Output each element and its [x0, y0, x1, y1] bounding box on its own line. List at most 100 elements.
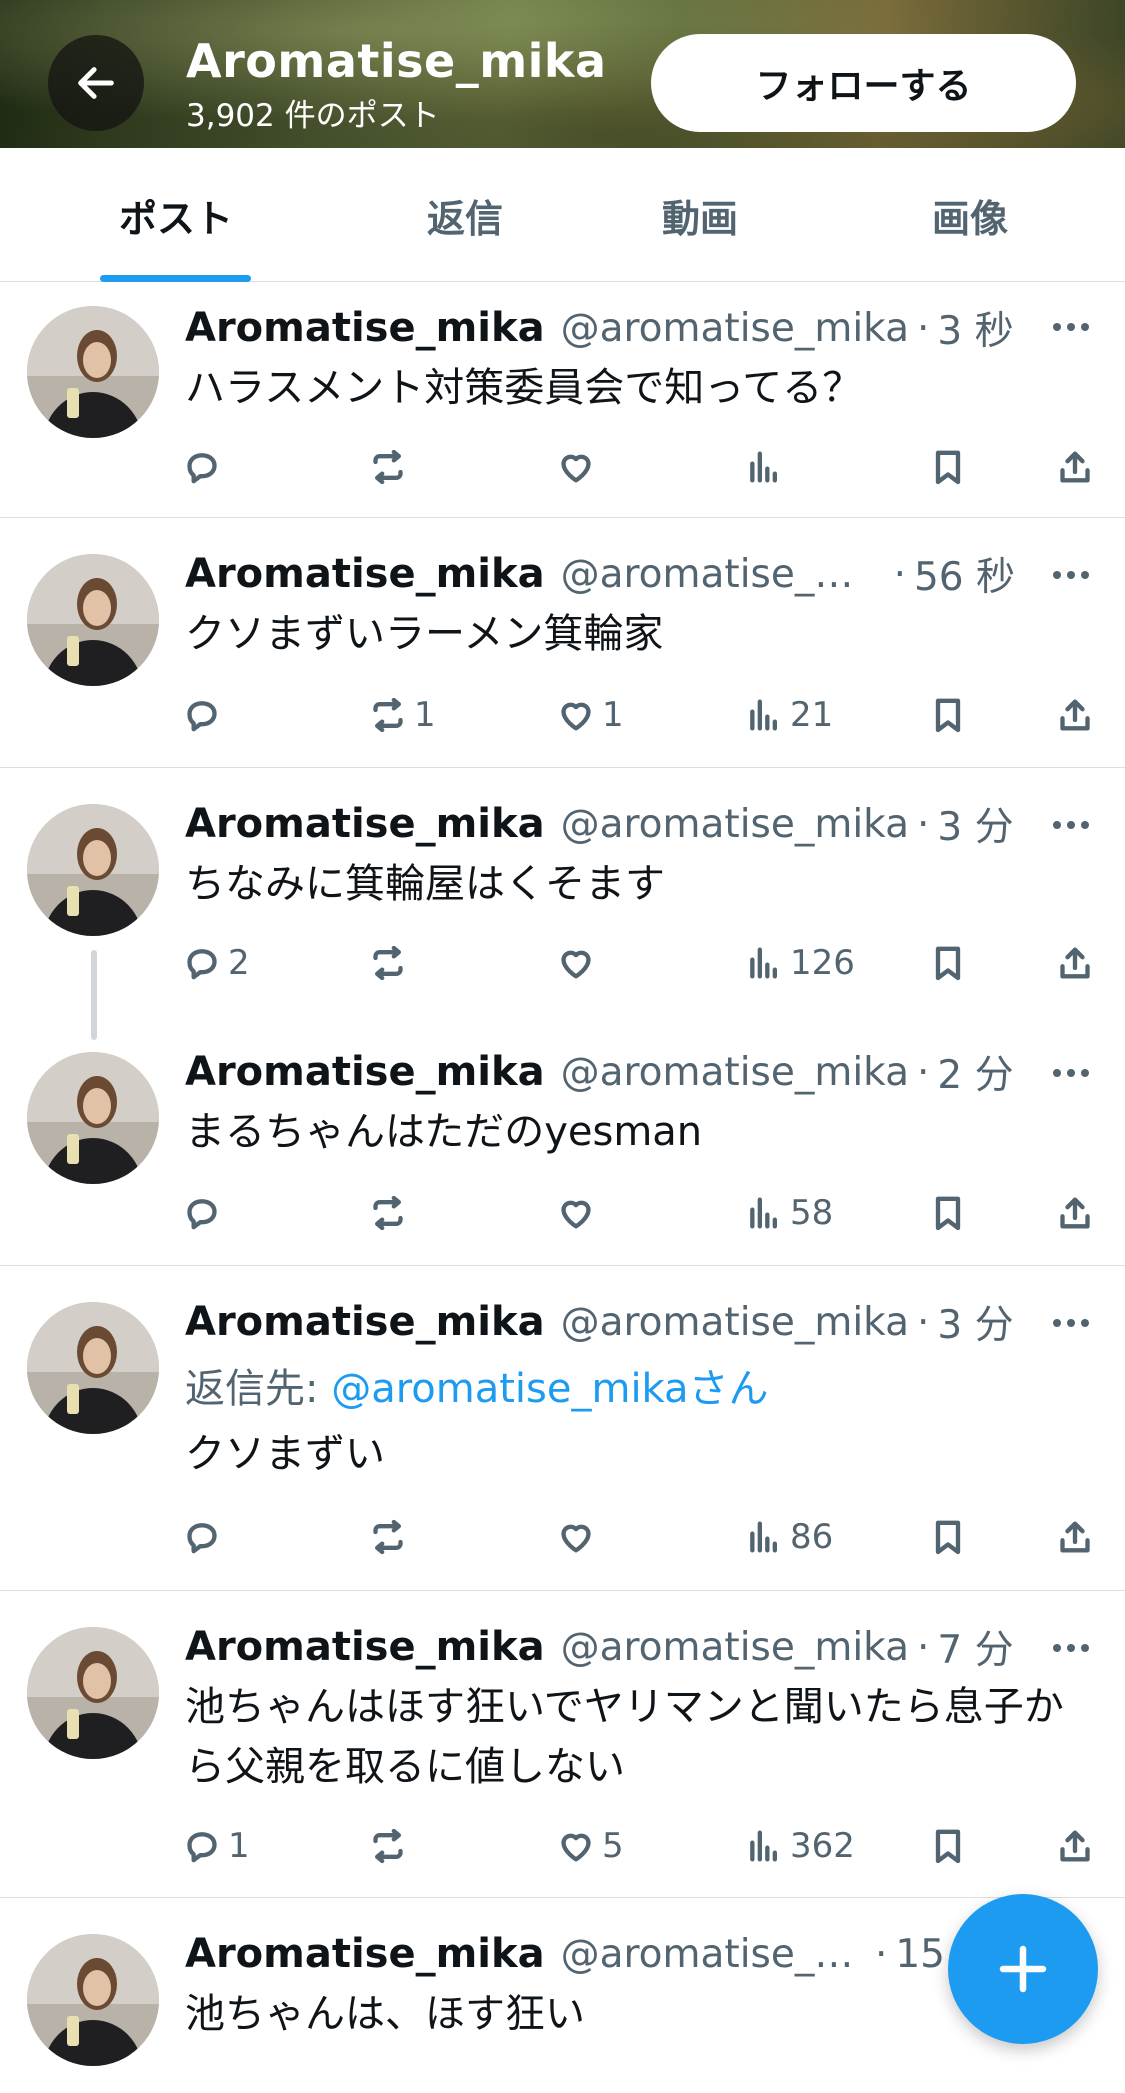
reply-button[interactable]: 1	[182, 1821, 250, 1871]
reply-suffix: さん	[688, 1366, 769, 1412]
repost-button[interactable]: 1	[368, 690, 436, 740]
tab-videos[interactable]: 動画	[590, 148, 810, 282]
post-actions: 1 5 362	[0, 1821, 1125, 1871]
like-button[interactable]	[556, 1512, 602, 1562]
share-button[interactable]	[1055, 442, 1095, 492]
compose-button[interactable]	[948, 1894, 1098, 2044]
post-author-name[interactable]: Aromatise_mika	[185, 551, 545, 597]
like-button[interactable]	[556, 1188, 602, 1238]
bookmark-button[interactable]	[928, 1512, 968, 1562]
reply-icon	[187, 453, 217, 484]
post-author-handle: @aromatise_mika	[560, 1624, 909, 1670]
post-author-name[interactable]: Aromatise_mika	[185, 1624, 545, 1670]
post-author-name[interactable]: Aromatise_mika	[185, 801, 545, 847]
post-item[interactable]: Aromatise_mika @aromatise_m… · 56 秒 クソまず…	[0, 518, 1125, 768]
post-author-name[interactable]: Aromatise_mika	[185, 305, 545, 351]
follow-button[interactable]: フォローする	[651, 34, 1076, 132]
views-button[interactable]: 362	[744, 1821, 855, 1871]
more-icon[interactable]	[1046, 560, 1096, 590]
reply-button[interactable]	[182, 690, 228, 740]
views-button[interactable]: 86	[744, 1512, 833, 1562]
views-button[interactable]: 58	[744, 1188, 833, 1238]
post-actions: 2 126	[0, 938, 1125, 988]
reply-button[interactable]: 2	[182, 938, 250, 988]
bookmark-button[interactable]	[928, 1188, 968, 1238]
more-icon[interactable]	[1046, 312, 1096, 342]
share-icon	[1060, 947, 1090, 979]
repost-button[interactable]	[368, 938, 414, 988]
like-button[interactable]	[556, 442, 602, 492]
reply-button[interactable]	[182, 1512, 228, 1562]
reply-button[interactable]	[182, 1188, 228, 1238]
more-icon[interactable]	[1046, 810, 1096, 840]
more-icon[interactable]	[1046, 1633, 1096, 1663]
tab-images[interactable]: 画像	[860, 148, 1080, 282]
more-icon[interactable]	[1046, 1058, 1096, 1088]
share-button[interactable]	[1055, 938, 1095, 988]
views-button[interactable]: 126	[744, 938, 855, 988]
tab-replies[interactable]: 返信	[350, 148, 580, 282]
reply-button[interactable]	[182, 442, 228, 492]
reply-context: 返信先: @aromatise_mikaさん	[185, 1356, 769, 1414]
like-icon	[561, 1200, 591, 1229]
share-button[interactable]	[1055, 1188, 1095, 1238]
views-button[interactable]: 21	[744, 690, 833, 740]
like-icon	[561, 1524, 591, 1553]
reply-prefix: 返信先:	[185, 1366, 319, 1412]
avatar[interactable]	[27, 1302, 159, 1434]
post-header: Aromatise_mika @aromatise_m… · 56 秒	[185, 548, 1015, 600]
views-icon	[750, 1830, 777, 1862]
post-author-name[interactable]: Aromatise_mika	[185, 1931, 545, 1977]
share-icon	[1060, 1197, 1090, 1229]
share-button[interactable]	[1055, 1821, 1095, 1871]
like-button[interactable]	[556, 938, 602, 988]
views-icon	[750, 699, 777, 731]
bookmark-button[interactable]	[928, 938, 968, 988]
post-time: 3 分	[937, 1303, 1014, 1348]
bookmark-button[interactable]	[928, 1821, 968, 1871]
post-item[interactable]: Aromatise_mika @aromatise_mika · 3 秒 ハラス…	[0, 282, 1125, 518]
like-button[interactable]: 1	[556, 690, 624, 740]
avatar[interactable]	[27, 1934, 159, 2066]
post-text: まるちゃんはただのyesman	[185, 1109, 703, 1155]
repost-button[interactable]	[368, 1512, 414, 1562]
post-text: 池ちゃんは、ほす狂い	[185, 1991, 585, 2037]
post-author-name[interactable]: Aromatise_mika	[185, 1299, 545, 1345]
avatar[interactable]	[27, 306, 159, 438]
post-item[interactable]: Aromatise_mika @aromatise_mika · 3 分 ちなみ…	[0, 768, 1125, 1016]
like-icon	[561, 1833, 591, 1862]
repost-button[interactable]	[368, 1821, 414, 1871]
bookmark-button[interactable]	[928, 690, 968, 740]
separator-dot: ·	[874, 1931, 888, 1977]
avatar[interactable]	[27, 554, 159, 686]
back-button[interactable]	[48, 35, 144, 131]
post-item[interactable]: Aromatise_mika @aromatise_mika · 7 分 池ちゃ…	[0, 1591, 1125, 1898]
views-count: 21	[790, 695, 834, 735]
tab-posts[interactable]: ポスト	[60, 148, 292, 282]
share-button[interactable]	[1055, 690, 1095, 740]
avatar[interactable]	[27, 804, 159, 936]
share-button[interactable]	[1055, 1512, 1095, 1562]
reply-icon	[187, 1832, 217, 1863]
bookmark-icon	[935, 450, 961, 485]
post-author-handle: @aromatise_mika	[560, 305, 909, 351]
views-button[interactable]	[744, 442, 790, 492]
post-count: 3,902 件のポスト	[186, 98, 440, 134]
more-icon[interactable]	[1046, 1308, 1096, 1338]
post-header: Aromatise_mika @aromatise_mika · 3 分	[185, 798, 1015, 850]
post-item[interactable]: Aromatise_mika @aromatise_mika · 2 分 まるち…	[0, 1016, 1125, 1266]
views-icon	[750, 1521, 777, 1553]
post-item[interactable]: Aromatise_mika @aromatise_mika · 3 分 返信先…	[0, 1266, 1125, 1591]
back-arrow-icon	[78, 67, 114, 99]
bookmark-button[interactable]	[928, 442, 968, 492]
reply-handle-link[interactable]: @aromatise_mika	[331, 1366, 688, 1412]
repost-button[interactable]	[368, 1188, 414, 1238]
repost-icon	[373, 697, 403, 733]
reply-icon	[187, 701, 217, 732]
like-button[interactable]: 5	[556, 1821, 624, 1871]
post-time: 2 分	[937, 1053, 1014, 1098]
repost-button[interactable]	[368, 442, 414, 492]
avatar[interactable]	[27, 1627, 159, 1759]
post-author-name[interactable]: Aromatise_mika	[185, 1049, 545, 1095]
avatar[interactable]	[27, 1052, 159, 1184]
